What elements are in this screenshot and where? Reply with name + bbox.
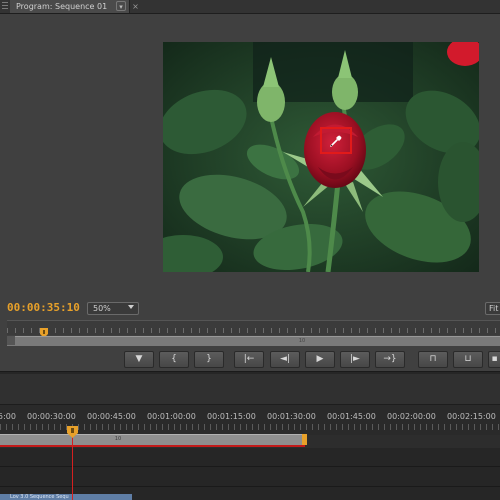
camera-icon: ▪ (491, 354, 498, 364)
play-icon: ▶ (316, 354, 324, 364)
fit-value: Fit (489, 304, 499, 313)
monitor-mini-track[interactable] (7, 336, 500, 346)
ruler-label: 00:01:00:00 (147, 412, 196, 421)
ruler-label: 00:00:30:00 (27, 412, 76, 421)
ruler-label: 5:00 (0, 412, 16, 421)
mark-in-icon: { (171, 354, 177, 364)
extract-button[interactable]: ⊔ (453, 351, 483, 368)
mini-playhead-icon[interactable] (40, 323, 48, 338)
ruler-label: 00:00:45:00 (87, 412, 136, 421)
mini-ruler-ticks (7, 328, 500, 333)
mark-out-button[interactable]: } (194, 351, 224, 368)
fit-select[interactable]: Fit (485, 302, 500, 315)
clip-label: Lov 3.0 Sequence Sequ (10, 494, 69, 500)
ruler-label: 00:01:30:00 (267, 412, 316, 421)
step-forward-icon: |► (350, 354, 360, 364)
track-divider (0, 466, 500, 467)
step-forward-button[interactable]: |► (340, 351, 370, 368)
eyedropper-icon (329, 133, 343, 147)
work-area-end-handle[interactable] (302, 434, 307, 445)
go-to-out-button[interactable]: →} (375, 351, 405, 368)
timeline-playhead-icon[interactable] (67, 423, 78, 438)
timeline-clip[interactable]: Lov 3.0 Sequence Sequ (0, 494, 132, 500)
go-to-out-icon: →} (383, 354, 397, 364)
timeline-tracks[interactable] (0, 448, 500, 500)
ruler-label: 00:02:00:00 (387, 412, 436, 421)
go-to-in-icon: |← (243, 354, 255, 364)
zoom-level-value: 50% (93, 304, 111, 313)
tab-program-sequence[interactable]: Program: Sequence 01 (10, 0, 130, 13)
ruler-label: 00:02:15:00 (447, 412, 496, 421)
marker-icon: ▼ (135, 354, 143, 364)
lift-button[interactable]: ⊓ (418, 351, 448, 368)
mark-in-button[interactable]: { (159, 351, 189, 368)
extract-icon: ⊔ (464, 354, 472, 364)
rose-frame-image (163, 42, 479, 272)
timeline-header-bar (0, 374, 500, 405)
go-to-in-button[interactable]: |← (234, 351, 264, 368)
grip-icon[interactable] (2, 2, 8, 11)
mark-out-icon: } (206, 354, 212, 364)
track-divider (0, 486, 500, 487)
step-back-button[interactable]: ◄| (270, 351, 300, 368)
tab-label: Program: Sequence 01 (16, 2, 108, 11)
ruler-label: 00:01:45:00 (327, 412, 376, 421)
render-status-bar (0, 445, 305, 447)
step-back-icon: ◄| (280, 354, 290, 364)
add-marker-button[interactable]: ▼ (124, 351, 154, 368)
timeline-playhead-line[interactable] (72, 434, 73, 500)
ruler-label: 00:01:15:00 (207, 412, 256, 421)
mini-track-start (7, 336, 15, 345)
mini-track-label: 10 (298, 338, 306, 344)
chevron-down-icon[interactable]: ▾ (116, 1, 126, 11)
lift-icon: ⊓ (429, 354, 437, 364)
work-area-label: 10 (114, 436, 122, 442)
video-preview[interactable] (163, 42, 479, 272)
chevron-down-icon (128, 305, 134, 309)
close-icon[interactable]: × (131, 0, 140, 13)
export-frame-button[interactable]: ▪ (488, 351, 500, 368)
play-button[interactable]: ▶ (305, 351, 335, 368)
playhead-timecode[interactable]: 00:00:35:10 (7, 301, 80, 315)
